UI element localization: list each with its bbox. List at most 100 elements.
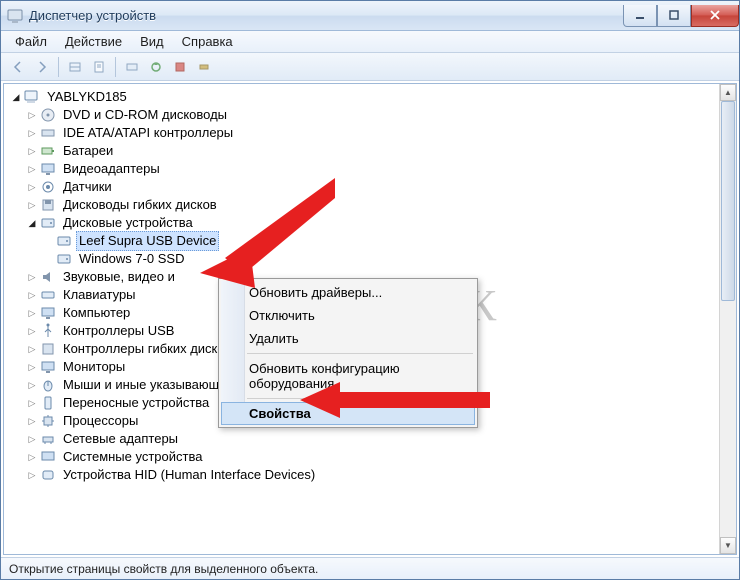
properties-button[interactable]	[88, 56, 110, 78]
menu-view[interactable]: Вид	[132, 32, 172, 51]
tree-category[interactable]: ▷ Датчики	[8, 178, 719, 196]
scroll-up-button[interactable]: ▲	[720, 84, 736, 101]
menu-help[interactable]: Справка	[174, 32, 241, 51]
tree-label: IDE ATA/ATAPI контроллеры	[60, 123, 236, 143]
expander-icon[interactable]: ▷	[26, 433, 38, 445]
disk-icon	[56, 251, 72, 267]
scan-button[interactable]	[121, 56, 143, 78]
status-text: Открытие страницы свойств для выделенног…	[9, 562, 318, 576]
expander-icon[interactable]: ▷	[26, 343, 38, 355]
tree-label: Видеоадаптеры	[60, 159, 163, 179]
tree-label: Windows 7-0 SSD	[76, 249, 187, 269]
toolbar-separator	[58, 57, 59, 77]
tree-category[interactable]: ▷ Батареи	[8, 142, 719, 160]
disk-icon	[56, 233, 72, 249]
expander-icon[interactable]: ▷	[26, 325, 38, 337]
expander-icon[interactable]: ▷	[26, 163, 38, 175]
expander-icon[interactable]: ▷	[26, 415, 38, 427]
toolbar-separator	[115, 57, 116, 77]
expander-icon[interactable]: ▷	[26, 271, 38, 283]
network-icon	[40, 431, 56, 447]
tree-category[interactable]: ▷ Дисководы гибких дисков	[8, 196, 719, 214]
update-button[interactable]	[145, 56, 167, 78]
portable-icon	[40, 395, 56, 411]
menubar: Файл Действие Вид Справка	[1, 31, 739, 53]
tree-label: Переносные устройства	[60, 393, 212, 413]
statusbar: Открытие страницы свойств для выделенног…	[1, 557, 739, 579]
computer-icon	[24, 89, 40, 105]
menu-file[interactable]: Файл	[7, 32, 55, 51]
expander-icon[interactable]: ▷	[26, 109, 38, 121]
tree-category[interactable]: ▷ DVD и CD-ROM дисководы	[8, 106, 719, 124]
context-menu-separator	[247, 353, 473, 354]
expander-icon[interactable]: ◢	[10, 91, 22, 103]
tree-label: Процессоры	[60, 411, 141, 431]
close-button[interactable]	[691, 5, 739, 27]
tree-category[interactable]: ▷ Устройства HID (Human Interface Device…	[8, 466, 719, 484]
vertical-scrollbar[interactable]: ▲ ▼	[719, 84, 736, 554]
tree-label: Устройства HID (Human Interface Devices)	[60, 465, 318, 485]
display-icon	[40, 161, 56, 177]
forward-button[interactable]	[31, 56, 53, 78]
menu-action[interactable]: Действие	[57, 32, 130, 51]
tree-label: Сетевые адаптеры	[60, 429, 181, 449]
disc-icon	[40, 107, 56, 123]
floppy-controller-icon	[40, 341, 56, 357]
tree-label: Дисководы гибких дисков	[60, 195, 220, 215]
disable-button[interactable]	[193, 56, 215, 78]
tree-label: DVD и CD-ROM дисководы	[60, 105, 230, 125]
tree-category[interactable]: ▷ IDE ATA/ATAPI контроллеры	[8, 124, 719, 142]
computer-icon	[40, 305, 56, 321]
tree-label: Контроллеры USB	[60, 321, 177, 341]
cm-uninstall[interactable]: Удалить	[221, 327, 475, 350]
tree-label: Мониторы	[60, 357, 128, 377]
expander-icon[interactable]: ▷	[26, 469, 38, 481]
annotation-arrow-icon	[200, 178, 340, 288]
titlebar[interactable]: Диспетчер устройств	[1, 1, 739, 31]
minimize-button[interactable]	[623, 5, 657, 27]
expander-icon[interactable]: ▷	[26, 289, 38, 301]
scroll-thumb[interactable]	[721, 101, 735, 301]
window-controls	[623, 5, 739, 27]
tree-device-ssd[interactable]: Windows 7-0 SSD	[8, 250, 719, 268]
annotation-arrow-icon	[300, 380, 490, 420]
battery-icon	[40, 143, 56, 159]
hid-icon	[40, 467, 56, 483]
expander-icon[interactable]: ▷	[26, 199, 38, 211]
expander-icon[interactable]: ▷	[26, 307, 38, 319]
tree-label: Дисковые устройства	[60, 213, 196, 233]
tree-category[interactable]: ▷ Видеоадаптеры	[8, 160, 719, 178]
tree-label: YABLYKD185	[44, 87, 130, 107]
expander-icon[interactable]: ▷	[26, 451, 38, 463]
expander-icon[interactable]: ▷	[26, 127, 38, 139]
disk-icon	[40, 215, 56, 231]
tree-root[interactable]: ◢ YABLYKD185	[8, 88, 719, 106]
keyboard-icon	[40, 287, 56, 303]
system-icon	[40, 449, 56, 465]
tree-category-disks[interactable]: ◢ Дисковые устройства	[8, 214, 719, 232]
uninstall-button[interactable]	[169, 56, 191, 78]
expander-icon[interactable]: ▷	[26, 397, 38, 409]
tree-device-usb[interactable]: Leef Supra USB Device	[8, 232, 719, 250]
expander-icon[interactable]: ▷	[26, 181, 38, 193]
expander-icon[interactable]: ▷	[26, 361, 38, 373]
monitor-icon	[40, 359, 56, 375]
tree-label: Системные устройства	[60, 447, 205, 467]
maximize-button[interactable]	[657, 5, 691, 27]
back-button[interactable]	[7, 56, 29, 78]
expander-icon[interactable]: ▷	[26, 145, 38, 157]
tree-label: Батареи	[60, 141, 116, 161]
cm-disable[interactable]: Отключить	[221, 304, 475, 327]
tree-label: Датчики	[60, 177, 115, 197]
toolbar	[1, 53, 739, 81]
usb-icon	[40, 323, 56, 339]
tree-category[interactable]: ▷ Сетевые адаптеры	[8, 430, 719, 448]
tree-label: Контроллеры гибких дисков	[60, 339, 235, 359]
expander-icon[interactable]: ▷	[26, 379, 38, 391]
tree-category[interactable]: ▷ Системные устройства	[8, 448, 719, 466]
window-title: Диспетчер устройств	[29, 8, 623, 23]
expander-icon[interactable]: ◢	[26, 217, 38, 229]
scroll-down-button[interactable]: ▼	[720, 537, 736, 554]
cpu-icon	[40, 413, 56, 429]
show-hidden-button[interactable]	[64, 56, 86, 78]
